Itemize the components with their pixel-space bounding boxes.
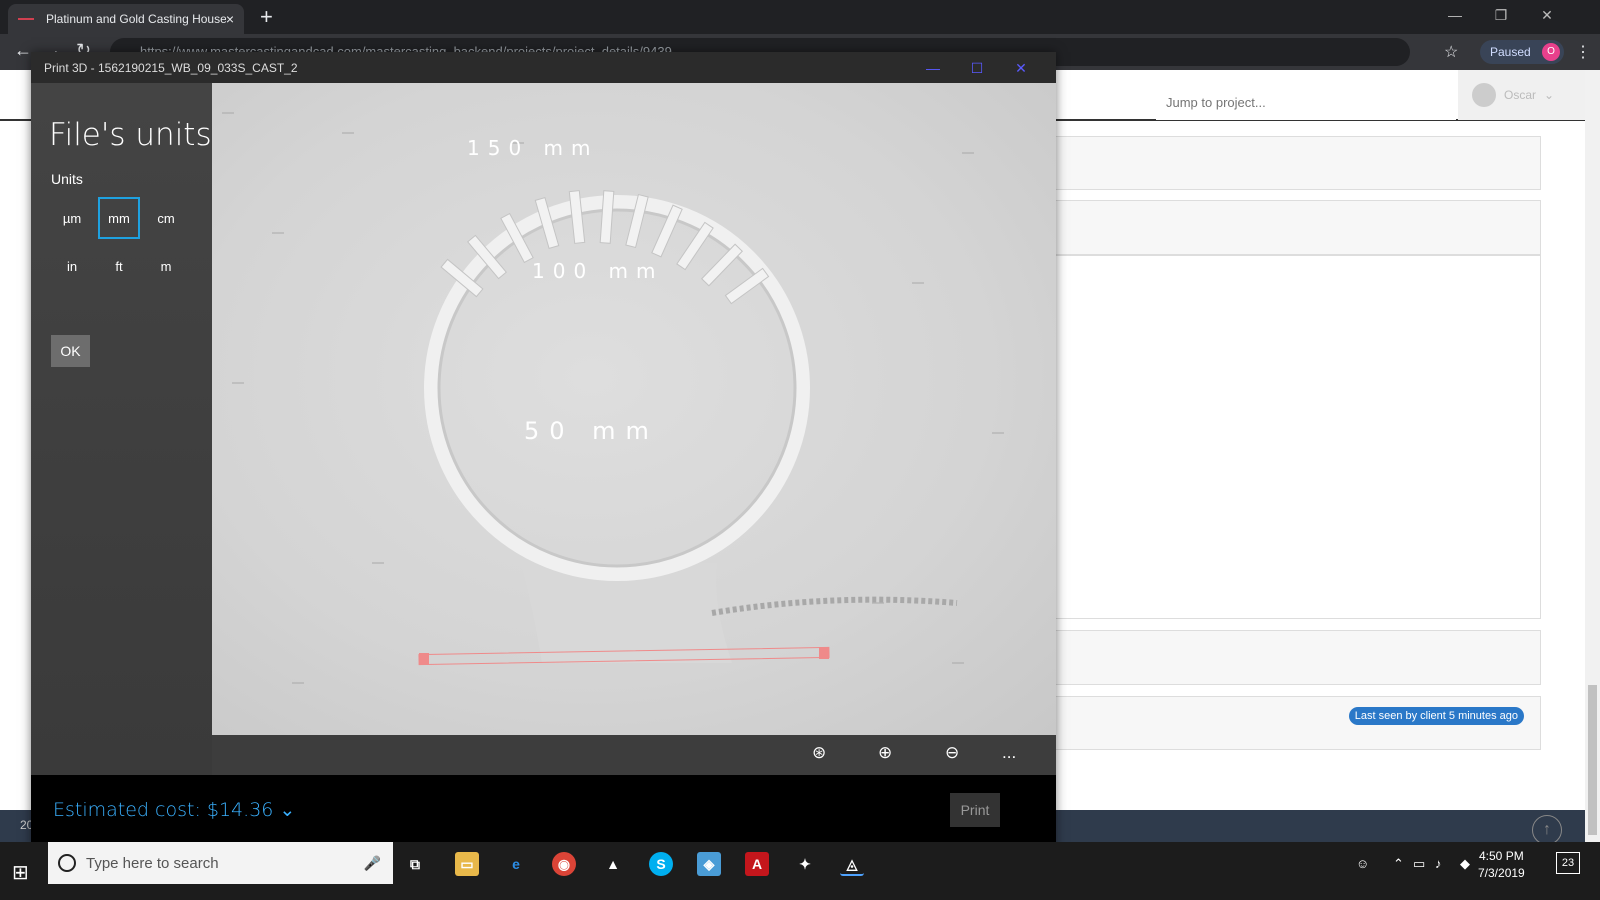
scroll-to-top-icon[interactable]: ↑	[1532, 815, 1562, 845]
site-favicon	[18, 18, 34, 20]
windows-start-icon[interactable]: ⊞	[12, 860, 29, 885]
scrollbar-thumb[interactable]	[1588, 685, 1597, 835]
edge-browser-icon[interactable]: e	[504, 852, 528, 876]
chrome-icon[interactable]: ◉	[552, 852, 576, 876]
cortana-icon	[58, 854, 76, 872]
chevron-down-icon: ⌄	[1544, 88, 1555, 102]
profile-avatar: O	[1542, 43, 1560, 61]
cost-bar: Estimated cost: $14.36 ⌄ Print	[31, 775, 1056, 852]
scale-label-100: 100 mm	[532, 259, 664, 283]
people-icon[interactable]: ☺	[1356, 856, 1369, 871]
photos-icon[interactable]: ▲	[601, 852, 625, 876]
chevron-down-icon: ⌄	[279, 799, 296, 821]
clock-date: 7/3/2019	[1478, 866, 1525, 880]
volume-icon[interactable]: ♪	[1435, 856, 1442, 871]
last-seen-badge: Last seen by client 5 minutes ago	[1348, 707, 1524, 725]
unit-button-in[interactable]: in	[51, 245, 93, 287]
content-card: Last seen by client 5 minutes ago	[1035, 696, 1541, 750]
print3d-window: Print 3D - 1562190215_WB_09_033S_CAST_2 …	[31, 52, 1056, 852]
print3d-minimize-button[interactable]: —	[911, 56, 955, 80]
skype-icon[interactable]: S	[649, 852, 673, 876]
microphone-icon[interactable]: 🎤	[364, 855, 381, 872]
network-icon[interactable]: ▭	[1413, 856, 1425, 872]
print3d-close-button[interactable]: ✕	[999, 56, 1043, 80]
unit-button-ft[interactable]: ft	[98, 245, 140, 287]
bookmark-star-icon[interactable]: ☆	[1444, 42, 1458, 62]
browser-minimize-button[interactable]: —	[1432, 0, 1478, 30]
photo-editor-icon[interactable]: ◈	[697, 852, 721, 876]
tab-title: Platinum and Gold Casting House	[46, 12, 226, 26]
units-panel: File's units Units µm mm cm in ft m OK	[31, 83, 212, 775]
user-avatar	[1472, 83, 1496, 107]
browser-close-button[interactable]: ✕	[1524, 0, 1570, 30]
user-name: Oscar	[1504, 88, 1537, 102]
content-card	[1035, 200, 1541, 255]
3d-viewport[interactable]: 150 mm 100 mm 50 mm	[212, 83, 1056, 735]
scale-label-150: 150 mm	[467, 136, 599, 160]
content-card	[1035, 136, 1541, 190]
jump-to-project-input[interactable]	[1156, 84, 1456, 120]
unit-button-cm[interactable]: cm	[145, 197, 187, 239]
taskbar-search-placeholder: Type here to search	[86, 854, 219, 872]
print-button[interactable]: Print	[950, 793, 1000, 827]
scale-label-50: 50 mm	[524, 417, 659, 445]
more-options-icon[interactable]: ...	[1002, 743, 1016, 763]
unit-button-m[interactable]: m	[145, 245, 187, 287]
task-view-icon[interactable]: ⧉	[403, 852, 427, 876]
unit-button-mm[interactable]: mm	[98, 197, 140, 239]
browser-tab-bar: Platinum and Gold Casting House × + — ❐ …	[0, 0, 1600, 34]
estimated-cost-label: Estimated cost: $14.36	[53, 799, 274, 821]
ring-model-preview: 150 mm 100 mm 50 mm	[222, 112, 1004, 684]
units-label: Units	[51, 171, 83, 187]
file-explorer-icon[interactable]: ▭	[455, 852, 479, 876]
windows-taskbar: ⊞ Type here to search 🎤 ⧉ ▭ e ◉ ▲ S ◈ A …	[0, 842, 1600, 900]
unit-button-um[interactable]: µm	[51, 197, 93, 239]
content-card	[1035, 255, 1541, 619]
back-arrow-icon[interactable]: ←	[14, 40, 32, 61]
content-card	[1035, 630, 1541, 685]
paused-label: Paused	[1490, 45, 1531, 59]
browser-tab[interactable]: Platinum and Gold Casting House ×	[8, 4, 244, 34]
print3d-maximize-button[interactable]: ☐	[955, 56, 999, 80]
notification-center-icon[interactable]: 23	[1556, 852, 1580, 874]
zoom-in-icon[interactable]: ⊕	[878, 743, 892, 763]
zoom-out-icon[interactable]: ⊖	[945, 743, 959, 763]
show-hidden-icons-icon[interactable]: ⌃	[1393, 856, 1404, 872]
tab-close-icon[interactable]: ×	[226, 11, 234, 27]
print3d-title: Print 3D - 1562190215_WB_09_033S_CAST_2	[31, 52, 1056, 83]
profile-paused-button[interactable]: Paused O	[1480, 40, 1564, 64]
new-tab-button[interactable]: +	[260, 4, 273, 30]
ok-button[interactable]: OK	[51, 335, 90, 367]
acrobat-icon[interactable]: A	[745, 852, 769, 876]
user-menu[interactable]: Oscar ⌄	[1458, 70, 1585, 120]
taskbar-clock[interactable]: 4:50 PM 7/3/2019	[1478, 848, 1525, 882]
page-scrollbar[interactable]	[1585, 70, 1600, 842]
taskbar-search[interactable]: Type here to search 🎤	[48, 842, 393, 884]
dropbox-icon[interactable]: ◆	[1460, 856, 1470, 872]
clock-time: 4:50 PM	[1479, 849, 1524, 863]
reset-view-icon[interactable]: ⊛	[812, 743, 826, 763]
print-3d-app-icon[interactable]: ◬	[840, 852, 864, 876]
viewport-toolbar: ⊛ ⊕ ⊖ ...	[212, 735, 1056, 775]
browser-restore-button[interactable]: ❐	[1478, 0, 1524, 30]
browser-menu-icon[interactable]: ⋮	[1575, 42, 1591, 62]
estimated-cost-toggle[interactable]: Estimated cost: $14.36 ⌄	[53, 799, 295, 821]
panel-title: File's units	[49, 117, 212, 153]
3d-builder-icon[interactable]: ✦	[793, 852, 817, 876]
